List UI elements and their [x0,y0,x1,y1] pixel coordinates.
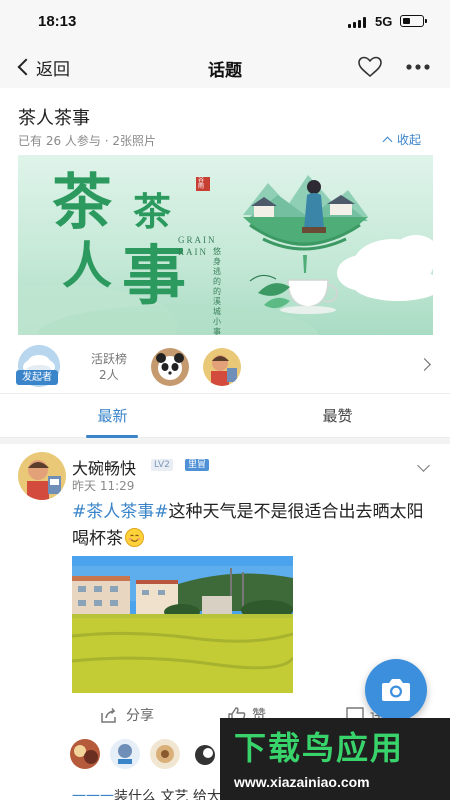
banner-char-4: 事 [122,239,186,314]
chevron-up-icon [382,136,393,147]
camera-button[interactable] [365,659,427,721]
region-badge: 里冒 [185,459,210,471]
camera-icon [382,679,410,701]
follow-heart-button[interactable] [357,55,383,79]
post-author-avatar[interactable] [18,452,66,500]
participant-avatar[interactable] [203,348,241,386]
back-label: 返回 [36,59,70,80]
back-button[interactable]: 返回 [14,54,70,80]
collapse-button[interactable]: 收起 [382,131,422,148]
section-divider [0,438,450,444]
banner-subtitle-line1: GRAIN [178,235,217,245]
watermark-title: 下载鸟应用 [234,729,405,767]
watermark-url: www.xiazainiao.com [234,774,370,790]
leaderboard-count: 2人 [99,368,119,382]
participants-row[interactable]: 发起者 活跃榜 2人 [0,339,450,393]
back-chevron-icon [17,58,35,76]
nav-bar: 返回 话题 [0,46,450,88]
seal-text: 谷雨 [198,177,205,190]
banner-char-1: 茶 [52,168,112,238]
smile-emoji-icon [125,528,144,547]
signal-icon [348,17,370,28]
chevron-down-icon[interactable] [417,459,430,472]
share-label: 分享 [126,708,154,724]
more-icon [406,64,430,70]
leaderboard-label: 活跃榜 [91,352,128,366]
banner-subtitle-line2: RAIN [178,247,208,257]
share-icon [101,708,116,723]
banner-vertical-text: 悠身逃的的溪城小事 [213,247,221,335]
post-author-name[interactable]: 大碗畅快 [72,455,136,479]
liker-avatar[interactable] [150,739,180,769]
status-time: 18:13 [38,13,77,30]
feed-tabs: 最新 最赞 [0,393,450,438]
heart-icon [358,56,382,77]
level-badge: LV2 [151,459,173,471]
share-button[interactable]: 分享 [100,705,154,725]
collapse-label: 收起 [397,133,422,147]
topic-meta: 已有 26 人参与 · 2张照片 [18,134,156,148]
chevron-right-icon[interactable] [418,358,431,371]
tab-latest[interactable]: 最新 [0,394,225,438]
next-post-dash: 一一一 [72,789,114,800]
tab-top-liked[interactable]: 最赞 [225,394,450,438]
post-text: #茶人茶事#这种天气是不是很适合出去晒太阳喝杯茶 [72,499,427,553]
network-type: 5G [375,14,393,29]
liker-avatar[interactable] [110,739,140,769]
participant-avatar[interactable] [151,348,189,386]
post-photo[interactable] [72,556,293,693]
status-bar: 18:13 5G [0,0,450,46]
post-hashtag[interactable]: #茶人茶事# [72,502,169,522]
topic-title: 茶人茶事 [18,108,90,129]
liker-avatar[interactable] [190,739,220,769]
banner-char-3: 人 [62,236,112,295]
more-button[interactable] [403,55,433,79]
banner-char-2: 茶 [133,189,172,234]
battery-icon [400,15,427,27]
watermark-logo: 下载鸟应用 www.xiazainiao.com [220,718,450,800]
post-time: 昨天 11:29 [72,479,135,493]
initiator-badge: 发起者 [16,370,58,385]
liker-avatar[interactable] [70,739,100,769]
topic-banner[interactable]: 茶 茶 人 事 GRAIN RAIN 谷雨 悠身逃的的溪城小事 [18,155,433,335]
